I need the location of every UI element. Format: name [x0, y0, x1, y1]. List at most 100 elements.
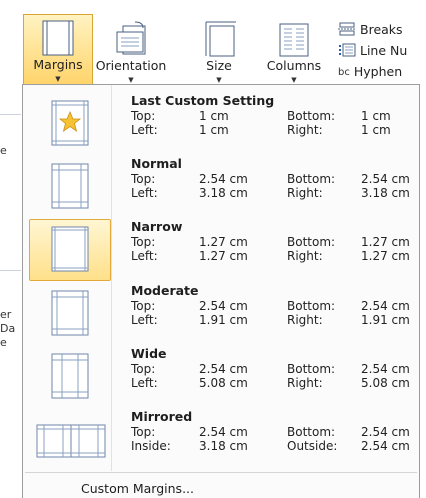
- margins-icon: [24, 17, 92, 57]
- label-right: Right:: [287, 249, 323, 263]
- size-dropdown-arrow: ▼: [216, 76, 222, 84]
- option-mirrored[interactable]: Mirrored Top: 2.54 cm Bottom: 2.54 cm In…: [25, 409, 417, 471]
- value-left: 1 cm: [199, 123, 229, 137]
- option-title: Mirrored: [131, 409, 193, 424]
- line-numbers-icon: [338, 43, 356, 60]
- label-bottom: Bottom:: [287, 362, 336, 376]
- label-left: Left:: [131, 186, 158, 200]
- value-top: 2.54 cm: [199, 425, 248, 439]
- margins-dropdown-menu: Last Custom Setting Top: 1 cm Bottom: 1 …: [22, 84, 420, 498]
- option-last-custom-setting[interactable]: Last Custom Setting Top: 1 cm Bottom: 1 …: [25, 93, 417, 155]
- label-top: Top:: [131, 235, 156, 249]
- label-bottom: Bottom:: [287, 425, 336, 439]
- label-right: Right:: [287, 313, 323, 327]
- margins-button[interactable]: Margins ▼: [23, 14, 93, 84]
- value-left: 5.08 cm: [199, 376, 248, 390]
- value-bottom: 2.54 cm: [361, 425, 410, 439]
- hyphenation-icon: bc: [338, 67, 350, 78]
- page-thumbnail-last-custom: [51, 100, 89, 146]
- breaks-button[interactable]: Breaks: [338, 22, 403, 39]
- label-right: Right:: [287, 376, 323, 390]
- orientation-dropdown-arrow: ▼: [128, 76, 134, 84]
- value-left: 1.27 cm: [199, 249, 248, 263]
- value-right: 1.91 cm: [361, 313, 410, 327]
- label-top: Top:: [131, 362, 156, 376]
- hyphenation-button[interactable]: bc Hyphen: [338, 64, 402, 79]
- label-left: Left:: [131, 376, 158, 390]
- label-left: Left:: [131, 249, 158, 263]
- value-top: 2.54 cm: [199, 362, 248, 376]
- value-top: 2.54 cm: [199, 172, 248, 186]
- margins-label: Margins: [33, 57, 83, 72]
- text-fragment: Da: [0, 322, 16, 335]
- value-bottom: 2.54 cm: [361, 362, 410, 376]
- value-top: 1.27 cm: [199, 235, 248, 249]
- label-bottom: Bottom:: [287, 172, 336, 186]
- size-icon: [196, 18, 242, 58]
- margins-dropdown-arrow: ▼: [55, 75, 61, 83]
- value-bottom: 2.54 cm: [361, 172, 410, 186]
- page-thumbnail-mirrored: [36, 424, 106, 458]
- label-inside: Inside:: [131, 439, 171, 453]
- label-bottom: Bottom:: [287, 299, 336, 313]
- option-normal[interactable]: Normal Top: 2.54 cm Bottom: 2.54 cm Left…: [25, 156, 417, 218]
- option-narrow[interactable]: Narrow Top: 1.27 cm Bottom: 1.27 cm Left…: [25, 219, 417, 281]
- page-setup-ribbon: Margins ▼ Orientation ▼ Size ▼ Columns ▼…: [0, 0, 426, 84]
- breaks-label: Breaks: [360, 22, 403, 37]
- value-left: 3.18 cm: [199, 186, 248, 200]
- columns-label: Columns: [266, 58, 322, 73]
- breaks-icon: [338, 22, 356, 39]
- columns-button[interactable]: Columns ▼: [256, 16, 332, 84]
- option-wide[interactable]: Wide Top: 2.54 cm Bottom: 2.54 cm Left: …: [25, 346, 417, 408]
- columns-icon: [256, 18, 332, 58]
- value-left: 1.91 cm: [199, 313, 248, 327]
- label-left: Left:: [131, 123, 158, 137]
- value-right: 1.27 cm: [361, 249, 410, 263]
- value-inside: 3.18 cm: [199, 439, 248, 453]
- orientation-button[interactable]: Orientation ▼: [95, 16, 167, 84]
- page-thumbnail-narrow: [51, 226, 89, 272]
- page-thumbnail-wide: [51, 353, 89, 399]
- value-right: 3.18 cm: [361, 186, 410, 200]
- value-bottom: 1.27 cm: [361, 235, 410, 249]
- option-title: Moderate: [131, 283, 199, 298]
- line-numbers-label: Line Nu: [360, 43, 408, 58]
- label-left: Left:: [131, 313, 158, 327]
- text-fragment: er: [0, 308, 12, 321]
- value-right: 5.08 cm: [361, 376, 410, 390]
- label-top: Top:: [131, 172, 156, 186]
- value-top: 2.54 cm: [199, 299, 248, 313]
- size-button[interactable]: Size ▼: [196, 16, 242, 84]
- label-right: Right:: [287, 186, 323, 200]
- orientation-label: Orientation: [95, 58, 167, 73]
- hyphenation-label: Hyphen: [353, 64, 403, 79]
- value-bottom: 1 cm: [361, 109, 391, 123]
- orientation-icon: [95, 18, 167, 58]
- label-bottom: Bottom:: [287, 235, 336, 249]
- label-top: Top:: [131, 299, 156, 313]
- label-right: Right:: [287, 123, 323, 137]
- size-label: Size: [206, 58, 232, 73]
- option-title: Last Custom Setting: [131, 93, 275, 108]
- option-moderate[interactable]: Moderate Top: 2.54 cm Bottom: 2.54 cm Le…: [25, 283, 417, 345]
- menu-separator: [25, 472, 417, 473]
- value-right: 1 cm: [361, 123, 391, 137]
- label-top: Top:: [131, 109, 156, 123]
- option-title: Wide: [131, 346, 167, 361]
- label-top: Top:: [131, 425, 156, 439]
- columns-dropdown-arrow: ▼: [291, 76, 297, 84]
- label-bottom: Bottom:: [287, 109, 336, 123]
- line-numbers-button[interactable]: Line Nu: [338, 43, 407, 60]
- custom-margins-menu-item[interactable]: Custom Margins...: [81, 481, 194, 496]
- document-edge: e er Da e: [0, 84, 22, 498]
- value-outside: 2.54 cm: [361, 439, 410, 453]
- page-thumbnail-moderate: [51, 290, 89, 336]
- text-fragment: e: [0, 336, 7, 349]
- ruler-line: [0, 114, 21, 115]
- page-thumbnail-normal: [51, 163, 89, 209]
- value-bottom: 2.54 cm: [361, 299, 410, 313]
- value-top: 1 cm: [199, 109, 229, 123]
- option-title: Normal: [131, 156, 182, 171]
- ruler-line: [0, 270, 21, 271]
- option-title: Narrow: [131, 219, 183, 234]
